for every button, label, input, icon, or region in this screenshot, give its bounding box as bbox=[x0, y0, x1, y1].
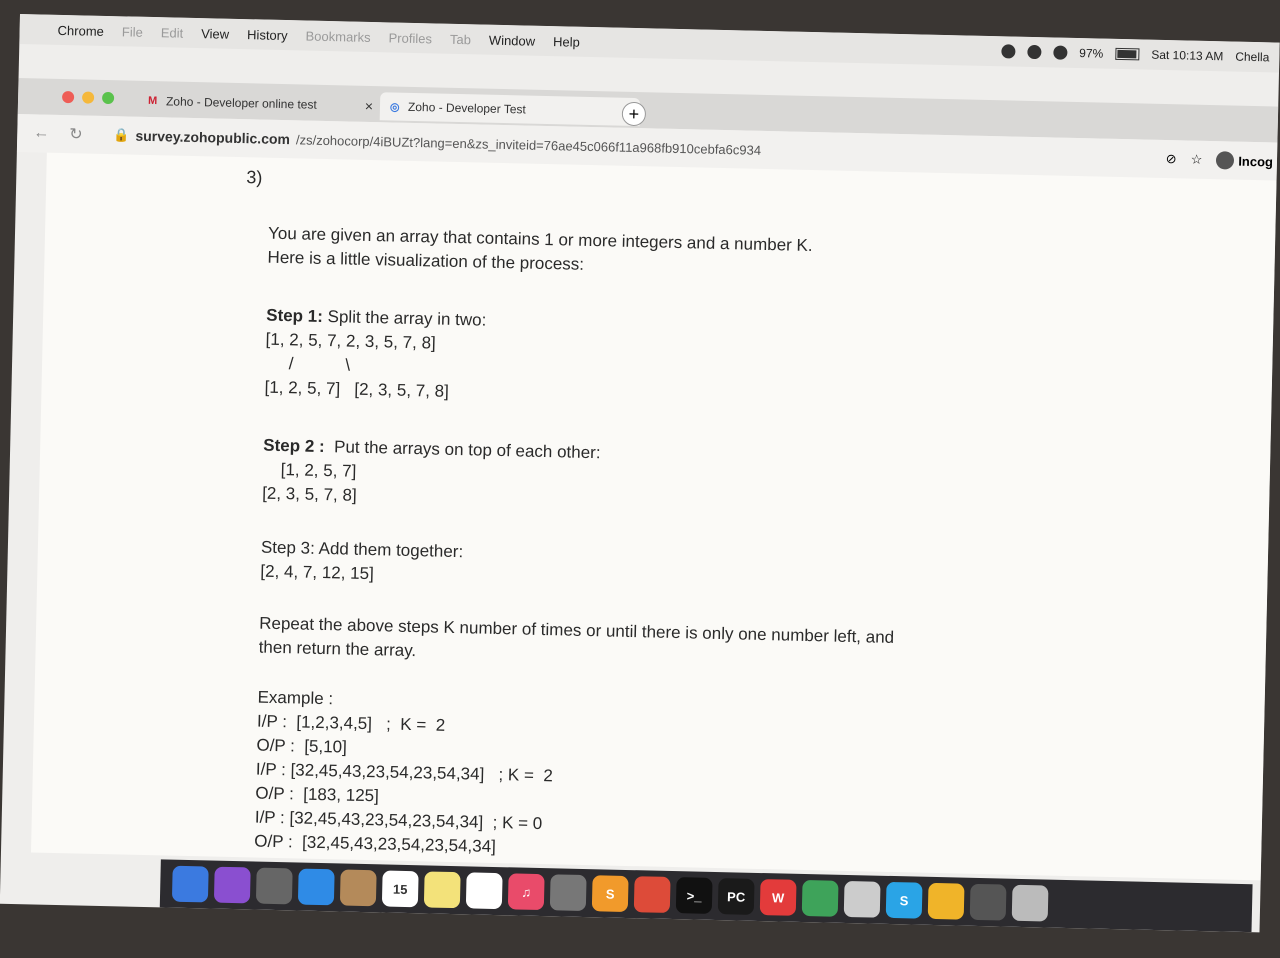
step-3: Step 3: Add them together: [2, 4, 7, 12,… bbox=[260, 536, 463, 589]
folder-icon[interactable] bbox=[927, 882, 965, 920]
status-check-icon[interactable] bbox=[1001, 44, 1016, 59]
gmail-icon: M bbox=[147, 94, 158, 108]
step3-result: [2, 4, 7, 12, 15] bbox=[260, 561, 375, 584]
step1-label: Step 1: bbox=[266, 305, 324, 326]
menu-window[interactable]: Window bbox=[489, 32, 536, 48]
step-1: Step 1: Split the array in two: [1, 2, 5… bbox=[264, 304, 486, 405]
calendar-icon[interactable]: 15 bbox=[381, 870, 419, 908]
skype-icon[interactable]: S bbox=[885, 881, 923, 919]
step1-split-arrays: [1, 2, 5, 7] [2, 3, 5, 7, 8] bbox=[264, 377, 450, 401]
step2-text: Put the arrays on top of each other: bbox=[324, 437, 601, 463]
zoom-window-icon[interactable] bbox=[101, 91, 115, 105]
battery-percent: 97% bbox=[1079, 46, 1104, 61]
tab-zoho-developer-test[interactable]: ◎ Zoho - Developer Test × bbox=[379, 92, 641, 127]
lock-icon: 🔒 bbox=[113, 127, 130, 143]
close-tab-icon[interactable]: × bbox=[365, 98, 374, 114]
menu-chrome[interactable]: Chrome bbox=[57, 22, 104, 38]
menu-file[interactable]: File bbox=[122, 24, 143, 39]
menu-bar: Chrome File Edit View History Bookmarks … bbox=[19, 14, 1280, 73]
zoho-icon: ◎ bbox=[389, 101, 400, 114]
tab-zoho-online-test[interactable]: M Zoho - Developer online test × bbox=[138, 87, 384, 121]
step-2: Step 2 : Put the arrays on top of each o… bbox=[262, 434, 601, 514]
cloud-icon[interactable] bbox=[1027, 44, 1042, 60]
incognito-icon bbox=[1216, 151, 1235, 170]
menu-bookmarks[interactable]: Bookmarks bbox=[305, 28, 370, 44]
pycharm-icon[interactable]: PC bbox=[717, 878, 755, 915]
tab-label: Zoho - Developer Test bbox=[407, 99, 526, 117]
safari-icon[interactable] bbox=[297, 868, 335, 906]
back-icon[interactable]: ← bbox=[33, 124, 53, 142]
finder-icon[interactable] bbox=[171, 865, 209, 903]
wps-icon[interactable]: W bbox=[759, 879, 797, 916]
photos-icon[interactable] bbox=[549, 874, 587, 912]
trash-icon[interactable] bbox=[1011, 884, 1049, 922]
battery-icon[interactable] bbox=[1115, 47, 1140, 61]
url-field[interactable]: 🔒 survey.zohopublic.com/zs/zohocorp/4iBU… bbox=[113, 127, 761, 158]
minimize-window-icon[interactable] bbox=[81, 91, 95, 104]
new-tab-button[interactable]: + bbox=[621, 101, 647, 127]
url-domain: survey.zohopublic.com bbox=[135, 127, 291, 148]
incognito-badge[interactable]: Incog bbox=[1216, 151, 1273, 170]
menu-profiles[interactable]: Profiles bbox=[388, 30, 432, 46]
circle-app-icon[interactable] bbox=[801, 879, 839, 917]
sublime-icon[interactable]: S bbox=[591, 875, 629, 913]
incognito-label: Incog bbox=[1238, 153, 1274, 169]
siri-icon[interactable] bbox=[213, 866, 251, 904]
clock[interactable]: Sat 10:13 AM bbox=[1151, 48, 1223, 64]
laptop-screen: Chrome File Edit View History Bookmarks … bbox=[0, 14, 1280, 933]
close-window-icon[interactable] bbox=[61, 90, 75, 104]
examples: Example : I/P : [1,2,3,4,5] ; K = 2 O/P … bbox=[254, 686, 555, 861]
window-thumb-icon[interactable] bbox=[969, 883, 1007, 921]
contacts-icon[interactable] bbox=[339, 869, 377, 907]
repeat-instructions: Repeat the above steps K number of times… bbox=[258, 612, 894, 674]
status-area: 97% Sat 10:13 AM Chella bbox=[1001, 44, 1279, 64]
address-actions: ⊘ ☆ Incog bbox=[1166, 150, 1278, 171]
url-path: /zs/zohocorp/4iBUZt?lang=en&zs_inviteid=… bbox=[295, 131, 762, 158]
menu-history[interactable]: History bbox=[247, 27, 288, 43]
window-controls bbox=[61, 90, 115, 105]
preview-icon[interactable] bbox=[843, 880, 881, 918]
reminders-icon[interactable] bbox=[465, 872, 503, 910]
user-name[interactable]: Chella bbox=[1235, 50, 1269, 65]
step2-label: Step 2 : bbox=[263, 435, 325, 457]
reload-icon[interactable]: ↻ bbox=[69, 124, 89, 144]
intro: You are given an array that contains 1 o… bbox=[267, 222, 813, 282]
terminal-icon[interactable]: >_ bbox=[675, 877, 713, 914]
music-icon[interactable]: ♫ bbox=[507, 873, 545, 911]
wifi-icon[interactable] bbox=[1053, 45, 1068, 60]
step1-text: Split the array in two: bbox=[322, 306, 487, 330]
question-number: 3) bbox=[246, 167, 263, 188]
menu-edit[interactable]: Edit bbox=[161, 25, 184, 41]
launchpad-icon[interactable] bbox=[255, 867, 293, 905]
chrome-icon[interactable] bbox=[633, 876, 671, 913]
tab-label: Zoho - Developer online test bbox=[165, 94, 317, 112]
notes-icon[interactable] bbox=[423, 871, 461, 909]
menu-tab[interactable]: Tab bbox=[450, 31, 471, 46]
menu-help[interactable]: Help bbox=[553, 34, 580, 50]
battery-level bbox=[1117, 49, 1137, 59]
bookmark-star-icon[interactable]: ☆ bbox=[1190, 152, 1203, 168]
menu-view[interactable]: View bbox=[201, 26, 229, 42]
eye-off-icon[interactable]: ⊘ bbox=[1166, 151, 1177, 167]
survey-page: 3) You are given an array that contains … bbox=[30, 152, 1277, 881]
